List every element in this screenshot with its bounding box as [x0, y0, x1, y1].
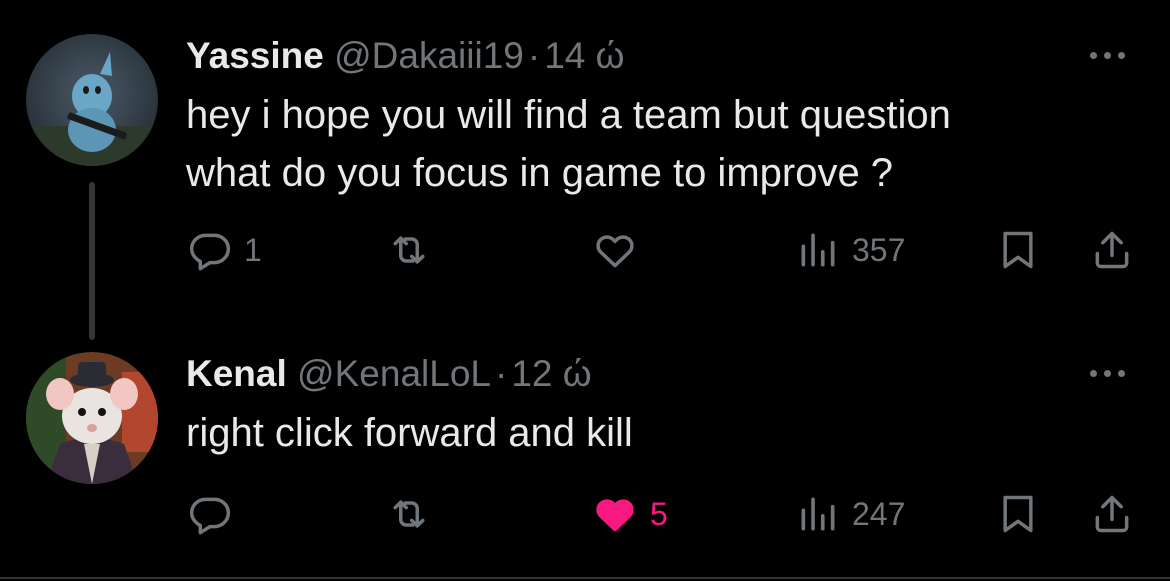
view-count: 357 [852, 231, 906, 268]
bookmark-button[interactable] [996, 492, 1040, 536]
avatar-image [26, 352, 158, 484]
retweet-button[interactable] [386, 492, 432, 536]
timestamp[interactable]: 12 ώ [511, 353, 591, 394]
share-icon [1095, 495, 1129, 533]
tweet-header: Yassine @Dakaiii19 · 14 ώ [186, 34, 625, 78]
views-icon [801, 233, 835, 267]
more-icon-dot [1104, 51, 1111, 59]
tweet-header: Kenal @KenalLoL · 12 ώ [186, 352, 592, 396]
views-button[interactable]: 247 [796, 492, 905, 536]
separator-dot: · [494, 353, 508, 394]
bookmark-icon [1003, 495, 1033, 533]
view-count: 247 [852, 495, 906, 532]
share-icon [1095, 231, 1129, 269]
like-button[interactable]: 5 [592, 492, 668, 536]
reply-icon [189, 233, 231, 271]
retweet-icon [393, 236, 425, 264]
more-options-button[interactable] [1090, 43, 1140, 67]
avatar-kenal[interactable] [26, 352, 158, 484]
share-button[interactable] [1090, 228, 1134, 272]
heart-filled-icon [596, 499, 634, 532]
reply-icon [189, 497, 231, 535]
retweet-button[interactable] [386, 228, 432, 272]
timestamp[interactable]: 14 ώ [544, 35, 624, 76]
retweet-icon [393, 500, 425, 528]
tweet-text-line: right click forward and kill [186, 411, 633, 455]
tweet-text: hey i hope you will find a team but ques… [186, 86, 951, 202]
avatar-yassine[interactable] [26, 34, 158, 166]
handle[interactable]: @Dakaiii19 [334, 35, 524, 76]
display-name[interactable]: Yassine [186, 35, 324, 76]
bookmark-button[interactable] [996, 228, 1040, 272]
reply-button[interactable]: 1 [188, 228, 262, 272]
more-icon-dot [1118, 51, 1125, 59]
tweet-text-line: hey i hope you will find a team but ques… [186, 93, 951, 137]
avatar-image [26, 34, 158, 166]
like-count: 5 [650, 495, 668, 532]
reply-count: 1 [244, 231, 262, 268]
views-button[interactable]: 357 [796, 228, 905, 272]
more-icon [1090, 369, 1097, 377]
tweet-text-line: what do you focus in game to improve ? [186, 151, 894, 195]
share-button[interactable] [1090, 492, 1134, 536]
more-icon-dot [1118, 369, 1125, 377]
divider [0, 577, 1170, 579]
heart-icon [596, 235, 634, 268]
views-icon [801, 497, 835, 531]
more-icon [1090, 51, 1097, 59]
separator-dot: · [527, 35, 541, 76]
more-icon-dot [1104, 369, 1111, 377]
more-options-button[interactable] [1090, 361, 1140, 385]
handle[interactable]: @KenalLoL [297, 353, 491, 394]
bookmark-icon [1003, 231, 1033, 269]
reply-button[interactable] [188, 492, 244, 536]
thread-line [89, 182, 95, 340]
display-name[interactable]: Kenal [186, 353, 287, 394]
tweet-text: right click forward and kill [186, 404, 633, 462]
like-button[interactable] [592, 228, 650, 272]
